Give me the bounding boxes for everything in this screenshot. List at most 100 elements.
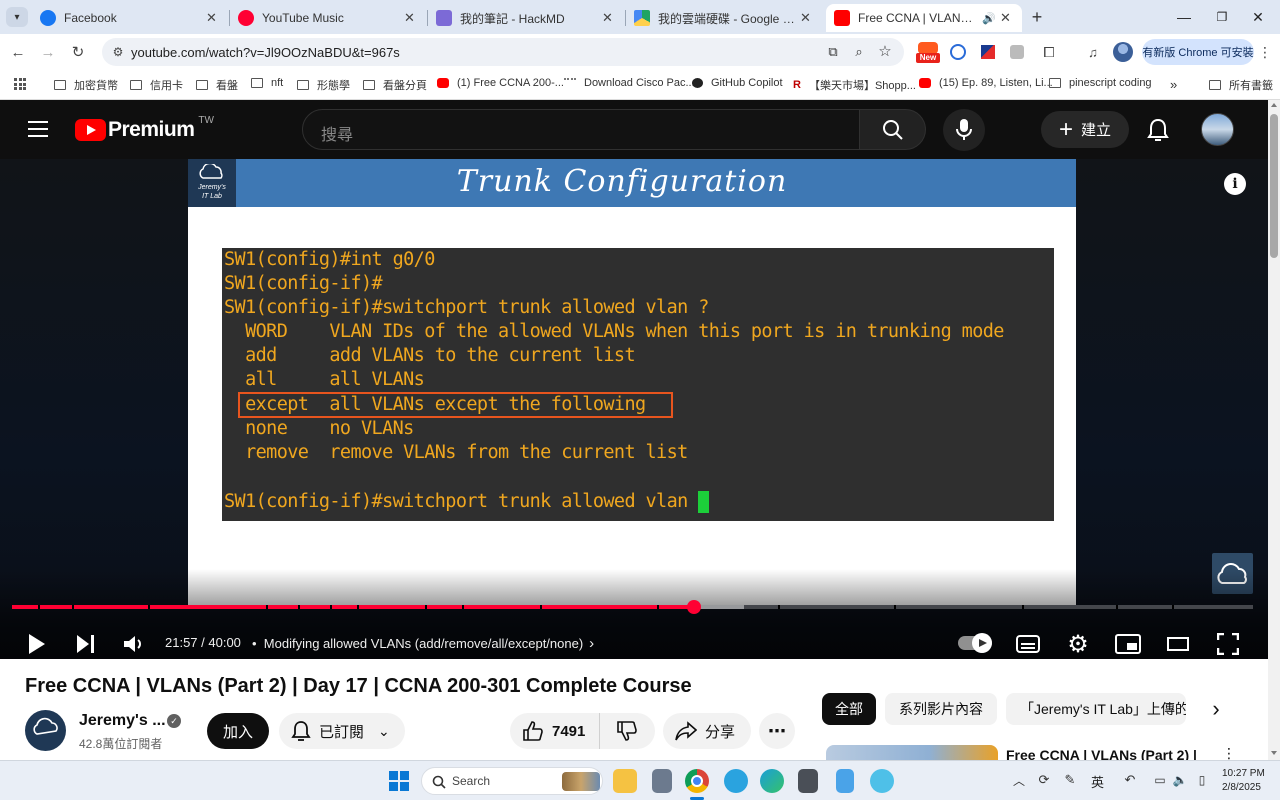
media-control-icon[interactable]: ♫ [1084,43,1102,61]
input-language-indicator[interactable]: 英 [1091,772,1104,791]
tab-search-chevron-icon[interactable]: ▾ [6,7,28,27]
flag-extension-icon[interactable] [981,45,995,59]
bookmark-cisco[interactable]: Download Cisco Pac... [564,77,695,89]
chip-series[interactable]: 系列影片內容 [885,693,997,725]
tab-facebook[interactable]: Facebook ✕ [32,4,228,32]
related-more-icon[interactable]: ⋮ [1222,747,1236,760]
profile-avatar[interactable] [1113,42,1133,62]
dislike-button[interactable] [600,713,654,749]
tab-youtube-music[interactable]: YouTube Music ✕ [230,4,426,32]
url-text[interactable]: youtube.com/watch?v=Jl9OOzNaBDU&t=967s [131,45,400,60]
bookmark-youtube[interactable]: (15) Ep. 89, Listen, Li... [919,77,1053,89]
share-button[interactable]: 分享 [663,713,751,749]
subscribed-button[interactable]: 已訂閱 ⌄ [279,713,405,749]
close-icon[interactable]: ✕ [602,10,616,26]
restore-icon[interactable]: ❐ [1210,6,1234,28]
close-icon[interactable]: ✕ [800,10,814,26]
windows-start-icon[interactable] [389,771,409,791]
progress-bar[interactable] [12,600,1253,614]
bookmark-folder[interactable]: 信用卡 [130,77,183,93]
bookmark-folder[interactable]: pinescript coding [1049,77,1152,89]
site-info-icon[interactable]: ⚙ [110,44,126,60]
voice-search-button[interactable] [943,109,985,151]
join-button[interactable]: 加入 [207,713,269,749]
miniplayer-icon[interactable] [1115,634,1141,654]
minimize-icon[interactable]: — [1172,6,1196,28]
next-icon[interactable] [76,634,96,654]
play-icon[interactable] [27,633,47,655]
bookmark-folder[interactable]: nft [251,77,283,89]
more-actions-icon[interactable]: ⋯ [759,713,795,749]
chip-channel-uploads[interactable]: 「Jeremy's IT Lab」上傳的 [1006,693,1186,725]
channel-name[interactable]: Jeremy's ... [79,712,166,730]
chip-all[interactable]: 全部 [822,693,876,725]
scrollbar-thumb[interactable] [1270,114,1278,258]
pen-icon[interactable]: ✎ [1062,771,1078,789]
tab-youtube-ccna[interactable]: Free CCNA | VLANs (Part 2) 🔊 ✕ [826,4,1022,32]
battery-icon[interactable]: ▯ [1194,771,1210,789]
input-mode-icon[interactable]: ↶ [1122,771,1138,789]
bookmark-star-icon[interactable]: ☆ [876,42,894,60]
search-box[interactable]: 搜尋 [302,109,860,150]
extension-icon[interactable] [1010,45,1024,59]
close-window-icon[interactable]: ✕ [1246,6,1270,28]
page-scrollbar[interactable] [1268,100,1280,760]
telegram-icon[interactable] [724,769,748,793]
more-menu-icon[interactable]: ⋮ [1258,42,1272,62]
settings-gear-icon[interactable]: ⚙ [1065,631,1091,658]
bookmark-folder[interactable]: 加密貨幣 [54,77,118,93]
all-bookmarks-folder[interactable]: 所有書籤 [1209,77,1273,93]
forward-arrow-icon[interactable]: → [38,42,58,62]
youtube-premium-logo[interactable]: Premium TW [75,115,214,142]
speaker-icon[interactable]: 🔈 [1172,771,1188,789]
menu-hamburger-icon[interactable] [28,121,48,137]
volume-icon[interactable] [123,634,145,654]
scroll-down-arrow-icon[interactable] [1271,751,1277,755]
info-icon[interactable]: i [1224,173,1246,195]
notepad-icon[interactable] [836,769,854,793]
reload-icon[interactable]: ↻ [68,42,88,62]
tab-google-drive[interactable]: 我的雲端硬碟 - Google 雲端硬碟 ✕ [626,4,822,32]
extension-icon[interactable] [950,44,966,60]
taskbar-search-box[interactable]: Search [421,767,603,795]
chapter-title-button[interactable]: • Modifying allowed VLANs (add/remove/al… [252,635,594,652]
autoplay-toggle[interactable] [958,633,992,653]
app-icon[interactable] [870,769,894,793]
extension-new-icon[interactable]: New [916,40,940,64]
like-button[interactable]: 7491 [510,713,600,749]
sync-icon[interactable]: ⟳ [1036,771,1052,789]
apps-grid-icon[interactable] [14,78,26,90]
close-icon[interactable]: ✕ [206,10,220,26]
bookmark-folder[interactable]: 看盤分頁 [363,77,427,93]
account-avatar[interactable] [1201,113,1234,146]
chevron-right-icon[interactable]: › [1204,696,1228,721]
file-explorer-icon[interactable] [613,769,637,793]
extensions-puzzle-icon[interactable]: ⧠ [1040,43,1058,61]
address-bar[interactable]: ⚙ youtube.com/watch?v=Jl9OOzNaBDU&t=967s… [102,38,904,66]
bookmark-rakuten[interactable]: R 【樂天市場】Shopp... [793,77,916,93]
search-input[interactable]: 搜尋 [321,121,353,145]
video-player[interactable]: Jeremy's IT Lab Trunk Configuration SW1(… [0,159,1268,659]
related-video-thumbnail[interactable] [826,745,998,760]
back-arrow-icon[interactable]: ← [8,42,28,62]
speaker-icon[interactable]: 🔊 [982,12,996,25]
progress-scrubber-handle[interactable] [687,600,701,614]
edge-icon[interactable] [760,769,784,793]
bookmark-github-copilot[interactable]: GitHub Copilot [692,77,783,89]
create-button[interactable]: + 建立 [1041,111,1129,148]
fullscreen-icon[interactable] [1217,633,1239,655]
new-tab-plus-icon[interactable]: + [1026,7,1048,27]
more-bookmarks-button[interactable]: » [1170,77,1177,92]
chevron-up-icon[interactable]: ︿ [1012,771,1026,789]
clock-time[interactable]: 10:27 PM [1222,768,1265,779]
zoom-icon[interactable]: ⌕ [850,43,868,61]
notifications-bell-icon[interactable] [1147,118,1169,142]
theater-mode-icon[interactable] [1167,637,1189,651]
bookmark-folder[interactable]: 形態學 [297,77,350,93]
scroll-up-arrow-icon[interactable] [1271,103,1277,107]
calculator-icon[interactable] [798,769,818,793]
chrome-icon[interactable] [685,769,709,793]
tab-hackmd[interactable]: 我的筆記 - HackMD ✕ [428,4,624,32]
channel-avatar[interactable] [25,710,66,751]
clock-date[interactable]: 2/8/2025 [1222,782,1261,793]
